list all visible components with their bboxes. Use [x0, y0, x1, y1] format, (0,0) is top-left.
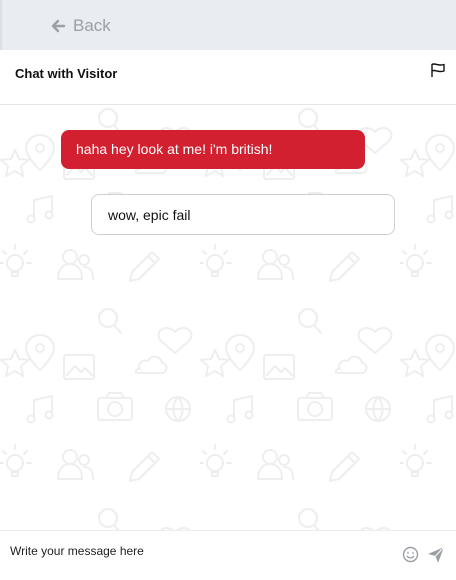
report-button[interactable] — [430, 62, 446, 83]
message-text: haha hey look at me! i'm british! — [76, 141, 273, 157]
chat-title: Chat with Visitor — [15, 66, 118, 81]
back-button[interactable]: Back — [50, 14, 111, 38]
message-input[interactable] — [10, 541, 380, 561]
message-composer — [0, 530, 456, 580]
top-bar: Back — [0, 0, 456, 50]
message-text: wow, epic fail — [108, 207, 191, 223]
message-bubble-visitor: haha hey look at me! i'm british! — [61, 130, 365, 169]
message-bubble-operator: wow, epic fail — [91, 194, 395, 235]
paper-plane-icon — [427, 546, 445, 568]
arrow-left-icon — [50, 18, 66, 34]
back-label: Back — [73, 16, 111, 35]
message-area[interactable]: haha hey look at me! i'm british! wow, e… — [0, 105, 456, 530]
emoji-button[interactable] — [402, 546, 419, 568]
smiley-icon — [402, 546, 419, 567]
flag-icon — [430, 63, 446, 82]
send-button[interactable] — [427, 546, 445, 569]
chat-header: Chat with Visitor — [0, 50, 456, 105]
